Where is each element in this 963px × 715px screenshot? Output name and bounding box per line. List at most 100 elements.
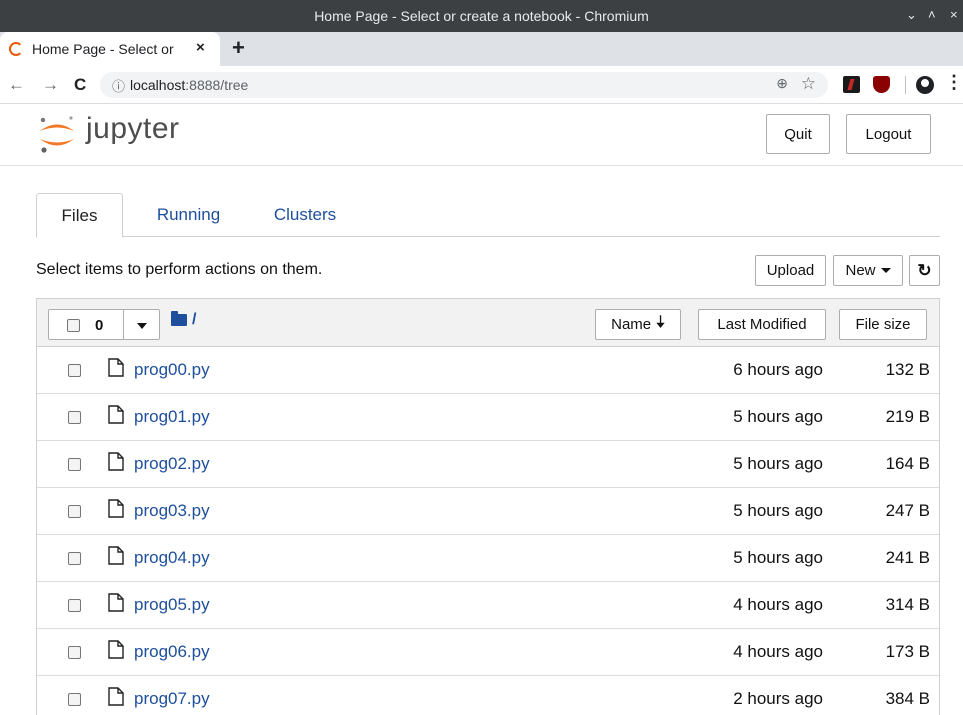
maximize-icon[interactable]: ˄ <box>928 7 936 22</box>
jupyter-favicon-icon <box>9 42 23 56</box>
quit-button[interactable]: Quit <box>766 114 830 154</box>
file-list-header: 0 / Name 🠣 Last Modified File size <box>37 299 939 347</box>
file-size: 164 B <box>885 454 930 473</box>
file-icon <box>108 499 124 518</box>
toolbar-divider <box>905 76 906 94</box>
profile-avatar-icon[interactable] <box>916 76 934 94</box>
file-last-modified: 5 hours ago <box>733 407 823 426</box>
file-icon <box>108 546 124 565</box>
file-name-link[interactable]: prog00.py <box>134 360 210 380</box>
row-checkbox[interactable] <box>68 552 81 565</box>
file-size: 241 B <box>885 548 930 567</box>
close-tab-icon[interactable]: × <box>196 39 205 56</box>
file-name-link[interactable]: prog01.py <box>134 407 210 427</box>
minimize-icon[interactable]: ⌄ <box>906 7 917 23</box>
file-size: 219 B <box>885 407 930 426</box>
window-titlebar: Home Page - Select or create a notebook … <box>0 0 963 32</box>
table-row[interactable]: prog02.py 5 hours ago 164 B <box>37 441 939 488</box>
jupyter-header: jupyter Quit Logout <box>0 104 963 166</box>
site-info-icon[interactable]: ⓘ <box>112 76 125 95</box>
new-button-label: New <box>845 262 876 279</box>
table-row[interactable]: prog01.py 5 hours ago 219 B <box>37 394 939 441</box>
row-checkbox[interactable] <box>68 458 81 471</box>
table-row[interactable]: prog07.py 2 hours ago 384 B <box>37 676 939 715</box>
browser-tab-label: Home Page - Select or <box>32 41 174 57</box>
row-checkbox[interactable] <box>68 364 81 377</box>
file-size: 132 B <box>885 360 930 379</box>
reload-icon[interactable]: C <box>74 75 86 95</box>
upload-button[interactable]: Upload <box>755 255 826 286</box>
url-path: :8888/tree <box>185 77 249 93</box>
row-checkbox[interactable] <box>68 505 81 518</box>
close-window-icon[interactable]: × <box>950 7 958 22</box>
table-row[interactable]: prog06.py 4 hours ago 173 B <box>37 629 939 676</box>
table-row[interactable]: prog03.py 5 hours ago 247 B <box>37 488 939 535</box>
file-icon <box>108 452 124 471</box>
refresh-button[interactable]: ↻ <box>909 255 940 286</box>
logout-button[interactable]: Logout <box>846 114 931 154</box>
new-tab-button[interactable]: + <box>232 35 245 61</box>
file-last-modified: 5 hours ago <box>733 548 823 567</box>
sort-descending-icon: 🠣 <box>656 314 665 331</box>
jupyter-logo-icon[interactable] <box>36 114 78 154</box>
file-icon <box>108 358 124 377</box>
row-checkbox[interactable] <box>68 599 81 612</box>
refresh-icon: ↻ <box>917 260 932 280</box>
file-name-link[interactable]: prog02.py <box>134 454 210 474</box>
file-icon <box>108 593 124 612</box>
breadcrumb[interactable]: / <box>192 311 196 329</box>
forward-icon[interactable]: → <box>42 75 59 95</box>
url-host: localhost <box>130 77 186 93</box>
tab-running[interactable]: Running <box>136 193 241 237</box>
row-checkbox[interactable] <box>68 411 81 424</box>
file-icon <box>108 640 124 659</box>
caret-down-icon <box>880 268 891 273</box>
sort-file-size-button[interactable]: File size <box>839 309 927 340</box>
file-last-modified: 6 hours ago <box>733 360 823 379</box>
file-size: 314 B <box>885 595 930 614</box>
selected-count: 0 <box>95 317 104 334</box>
file-name-link[interactable]: prog04.py <box>134 548 210 568</box>
url-text: localhost:8888/tree <box>130 77 248 93</box>
table-row[interactable]: prog05.py 4 hours ago 314 B <box>37 582 939 629</box>
file-last-modified: 5 hours ago <box>733 454 823 473</box>
select-all-group: 0 <box>48 309 160 340</box>
row-checkbox[interactable] <box>68 646 81 659</box>
back-icon[interactable]: ← <box>8 75 25 95</box>
file-name-link[interactable]: prog05.py <box>134 595 210 615</box>
row-checkbox[interactable] <box>68 693 81 706</box>
file-last-modified: 4 hours ago <box>733 642 823 661</box>
file-size: 173 B <box>885 642 930 661</box>
browser-tab[interactable]: Home Page - Select or × <box>0 32 220 66</box>
sort-last-modified-button[interactable]: Last Modified <box>698 309 826 340</box>
file-list: 0 / Name 🠣 Last Modified File size prog00… <box>36 298 940 715</box>
extension-icon[interactable] <box>843 76 860 93</box>
bookmark-star-icon[interactable]: ☆ <box>801 74 816 94</box>
select-group-divider <box>123 310 124 339</box>
tab-files[interactable]: Files <box>36 193 123 238</box>
selection-hint: Select items to perform actions on them. <box>36 261 323 278</box>
file-size: 384 B <box>885 689 930 708</box>
new-dropdown-button[interactable]: New <box>833 255 903 286</box>
browser-menu-icon[interactable]: ⋮ <box>945 72 963 93</box>
file-icon <box>108 687 124 706</box>
address-bar[interactable]: ⓘ localhost:8888/tree ⊕ ☆ <box>100 72 828 98</box>
dashboard-tabs: Files Running Clusters <box>36 193 940 238</box>
tab-clusters[interactable]: Clusters <box>258 193 352 237</box>
sort-name-button[interactable]: Name 🠣 <box>595 309 681 340</box>
table-row[interactable]: prog04.py 5 hours ago 241 B <box>37 535 939 582</box>
ublock-extension-icon[interactable] <box>873 76 890 93</box>
folder-icon[interactable] <box>171 311 187 326</box>
file-size: 247 B <box>885 501 930 520</box>
file-name-link[interactable]: prog06.py <box>134 642 210 662</box>
table-row[interactable]: prog00.py 6 hours ago 132 B <box>37 347 939 394</box>
sort-name-label: Name <box>611 316 652 333</box>
file-name-link[interactable]: prog07.py <box>134 689 210 709</box>
zoom-icon[interactable]: ⊕ <box>776 75 788 92</box>
select-menu-dropdown-icon[interactable] <box>137 323 147 329</box>
select-all-checkbox[interactable] <box>67 319 80 332</box>
browser-tabstrip: Home Page - Select or × + <box>0 32 963 66</box>
file-name-link[interactable]: prog03.py <box>134 501 210 521</box>
jupyter-logo-text[interactable]: jupyter <box>86 112 180 146</box>
file-last-modified: 2 hours ago <box>733 689 823 708</box>
